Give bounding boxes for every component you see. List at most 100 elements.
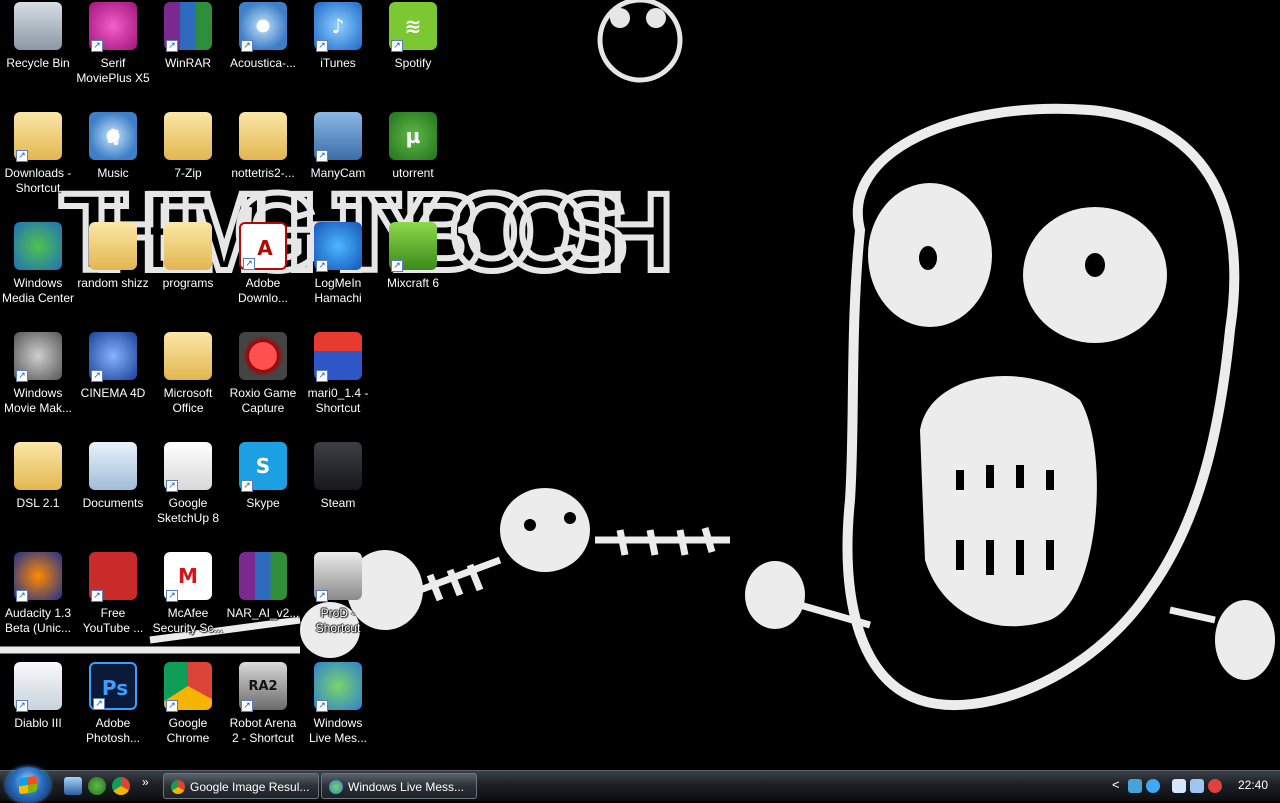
desktop-icon[interactable]: ↗ Audacity 1.3 Beta (Unic... [0, 552, 76, 636]
folder-icon [164, 222, 212, 270]
desktop-icon-label: nottetris2-... [231, 166, 295, 180]
desktop-icon[interactable]: programs [150, 222, 226, 291]
desktop-icon-label: Adobe Photosh... [85, 716, 141, 745]
taskbar-button-chrome[interactable]: Google Image Resul... [163, 773, 319, 799]
desktop-icon[interactable]: Recycle Bin [0, 2, 76, 71]
desktop-icon[interactable]: ↗ Windows Movie Mak... [0, 332, 76, 416]
icon-glyph [164, 112, 212, 160]
desktop-icon[interactable]: ↗ Acoustica-... [225, 2, 301, 71]
icon-glyph [89, 442, 137, 490]
desktop-icon[interactable]: µ utorrent [375, 112, 451, 181]
show-hidden-icons-button[interactable]: < [1112, 777, 1120, 792]
desktop-icon[interactable]: ↗ Google Chrome [150, 662, 226, 746]
desktop-icon[interactable]: ↗ Mixcraft 6 [375, 222, 451, 291]
desktop-icon[interactable]: Roxio Game Capture [225, 332, 301, 416]
power-tray-icon[interactable] [1172, 779, 1186, 793]
audacity-icon: ↗ [14, 552, 62, 602]
hamachi-tray-icon[interactable] [1146, 779, 1160, 793]
desktop-icon[interactable]: ↗ Windows Live Mes... [300, 662, 376, 746]
icon-glyph [239, 552, 287, 600]
prod-icon: ↗ [314, 552, 362, 602]
spotify-icon: ≋ ↗ [389, 2, 437, 52]
shortcut-arrow-icon: ↗ [316, 150, 328, 162]
desktop-icon[interactable]: ↗ WinRAR [150, 2, 226, 71]
photoshop-icon: Ps ↗ [89, 662, 137, 710]
desktop-icon[interactable]: Windows Media Center [0, 222, 76, 306]
desktop-icon[interactable]: A ↗ Adobe Downlo... [225, 222, 301, 306]
shortcut-arrow-icon: ↗ [91, 590, 103, 602]
manycam-icon: ↗ [314, 112, 362, 162]
system-tray: < 22:40 [1110, 771, 1280, 801]
icon-glyph: µ [405, 124, 421, 148]
steam-icon [314, 442, 362, 490]
desktop-icon[interactable]: Microsoft Office [150, 332, 226, 416]
icon-glyph [164, 332, 212, 380]
volume-muted-tray-icon[interactable] [1208, 779, 1222, 793]
network-status-tray-icon[interactable] [1190, 779, 1204, 793]
shortcut-arrow-icon: ↗ [91, 370, 103, 382]
desktop-icon[interactable]: ↗ ManyCam [300, 112, 376, 181]
desktop-icon[interactable]: ♪ ↗ iTunes [300, 2, 376, 71]
robot-arena-icon: RA2 ↗ [239, 662, 287, 712]
desktop-icon[interactable]: random shizz [75, 222, 151, 291]
shortcut-arrow-icon: ↗ [16, 370, 28, 382]
network-tray-icon[interactable] [1128, 779, 1142, 793]
desktop-icon[interactable]: RA2 ↗ Robot Arena 2 - Shortcut [225, 662, 301, 746]
winrar-icon: ↗ [164, 2, 212, 52]
desktop-icon[interactable]: ↗ Google SketchUp 8 [150, 442, 226, 526]
mixcraft-icon: ↗ [389, 222, 437, 272]
live-messenger-icon: ↗ [314, 662, 362, 712]
desktop-icon[interactable]: ↗ ProD - Shortcut [300, 552, 376, 636]
folder-icon [89, 222, 137, 270]
desktop-icon[interactable]: Ps ↗ Adobe Photosh... [75, 662, 151, 746]
shortcut-arrow-icon: ↗ [166, 40, 178, 52]
desktop-icon[interactable]: Documents [75, 442, 151, 511]
desktop-icon[interactable]: ♫ Music [75, 112, 151, 181]
shortcut-arrow-icon: ↗ [16, 700, 28, 712]
desktop-icon-label: Audacity 1.3 Beta (Unic... [4, 606, 72, 635]
icon-glyph [239, 332, 287, 380]
desktop-icon[interactable]: ↗ Diablo III [0, 662, 76, 731]
desktop-icon[interactable]: ↗ mari0_1.4 - Shortcut [300, 332, 376, 416]
desktop-icon-label: utorrent [392, 166, 434, 180]
desktop-icon[interactable]: 7-Zip [150, 112, 226, 181]
desktop-icon[interactable]: S ↗ Skype [225, 442, 301, 511]
icon-glyph [14, 442, 62, 490]
desktop-icon[interactable]: ≋ ↗ Spotify [375, 2, 451, 71]
desktop-icon[interactable]: ↗ LogMeIn Hamachi [300, 222, 376, 306]
desktop-icon[interactable]: ↗ Free YouTube ... [75, 552, 151, 636]
desktop-icon[interactable]: M ↗ McAfee Security Sc... [150, 552, 226, 636]
quick-launch-more-button[interactable]: » [142, 775, 149, 789]
utorrent-icon: µ [389, 112, 437, 160]
taskbar: » Google Image Resul... Windows Live Mes… [0, 767, 1280, 803]
shortcut-arrow-icon: ↗ [243, 258, 255, 270]
winrar-archive-icon [239, 552, 287, 600]
desktop-icon-label: Acoustica-... [229, 56, 297, 70]
chrome-quicklaunch-icon[interactable] [112, 777, 130, 795]
windows-start-orb-icon [19, 775, 37, 795]
desktop-icon[interactable]: nottetris2-... [225, 112, 301, 181]
desktop-icon[interactable]: Steam [300, 442, 376, 511]
desktop-icon[interactable]: NAR_AI_v2... [225, 552, 301, 621]
shortcut-arrow-icon: ↗ [316, 260, 328, 272]
icon-glyph [14, 2, 62, 50]
start-button[interactable] [6, 767, 50, 803]
desktop-icon[interactable]: ↗ CINEMA 4D [75, 332, 151, 401]
utorrent-quicklaunch-icon[interactable] [88, 777, 106, 795]
desktop-icon-label: Roxio Game Capture [229, 386, 297, 415]
desktop-icon-label: random shizz [77, 276, 149, 290]
desktop-icon[interactable]: DSL 2.1 [0, 442, 76, 511]
diablo-icon: ↗ [14, 662, 62, 712]
clock[interactable]: 22:40 [1238, 778, 1268, 792]
documents-icon [89, 442, 137, 490]
desktop-icon-label: McAfee Security Sc... [152, 606, 224, 635]
desktop-icon-label: Documents [82, 496, 144, 510]
chrome-icon [171, 780, 185, 794]
show-desktop-icon[interactable] [64, 777, 82, 795]
mario-icon: ↗ [314, 332, 362, 382]
desktop-icon[interactable]: ↗ Downloads - Shortcut [0, 112, 76, 196]
desktop-icon[interactable]: ↗ Serif MoviePlus X5 [75, 2, 151, 86]
acoustica-icon: ↗ [239, 2, 287, 52]
taskbar-button-live-messenger[interactable]: Windows Live Mess... [321, 773, 477, 799]
desktop-icon-label: Windows Movie Mak... [3, 386, 72, 415]
